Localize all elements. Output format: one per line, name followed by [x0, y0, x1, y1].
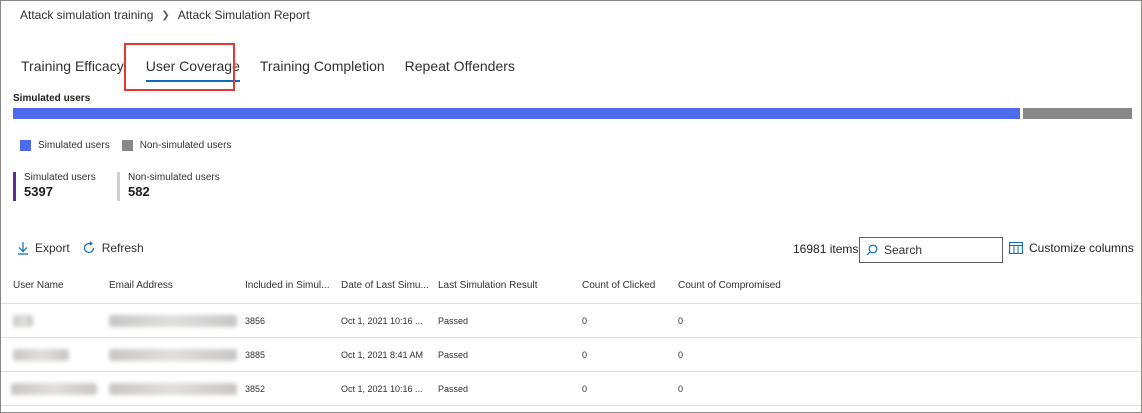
kpi-simulated-users: Simulated users 5397 [13, 172, 96, 201]
cell-date: Oct 1, 2021 10:16 ... [341, 384, 423, 394]
column-header-date[interactable]: Date of Last Simu... [341, 280, 429, 291]
tab-highlight-box [124, 43, 235, 91]
cell-included: 3856 [245, 316, 266, 326]
export-button[interactable]: Export [17, 241, 70, 255]
report-page: Attack simulation training ❯ Attack Simu… [0, 0, 1142, 413]
cell-compromised: 0 [678, 384, 684, 394]
breadcrumb-current: Attack Simulation Report [177, 8, 310, 22]
report-tabs: Training Efficacy User Coverage Training… [11, 51, 525, 82]
table-row[interactable]: 3856 Oct 1, 2021 10:16 ... Passed 0 0 [1, 304, 1141, 338]
bar-simulated-users [13, 108, 1020, 119]
items-count: 16981 items [793, 242, 859, 256]
refresh-label: Refresh [101, 241, 144, 255]
kpi-label: Non-simulated users [128, 172, 220, 183]
refresh-button[interactable]: Refresh [82, 241, 144, 255]
cell-result: Passed [438, 316, 469, 326]
redacted-user-name [11, 383, 97, 395]
cell-compromised: 0 [678, 316, 684, 326]
cell-result: Passed [438, 384, 469, 394]
breadcrumb-root[interactable]: Attack simulation training [20, 8, 153, 22]
redacted-email [109, 349, 237, 361]
legend-swatch-simulated [20, 140, 31, 151]
cell-clicked: 0 [582, 384, 588, 394]
redacted-email [109, 383, 237, 395]
search-box[interactable]: Search [859, 237, 1003, 263]
tab-repeat-offenders[interactable]: Repeat Offenders [395, 58, 525, 74]
bar-non-simulated-users [1023, 108, 1132, 119]
column-header-included[interactable]: Included in Simul... [245, 280, 330, 291]
kpi-non-simulated-users: Non-simulated users 582 [117, 172, 220, 201]
cell-result: Passed [438, 350, 469, 360]
download-icon [18, 242, 28, 255]
table-row[interactable]: 3885 Oct 1, 2021 8:41 AM Passed 0 0 [1, 338, 1141, 372]
redacted-user-name [13, 349, 69, 361]
columns-icon [1009, 242, 1023, 254]
chart-legend: Simulated users Non-simulated users [20, 140, 243, 151]
column-header-result[interactable]: Last Simulation Result [438, 280, 538, 291]
customize-columns-label: Customize columns [1029, 241, 1134, 255]
search-icon [866, 244, 878, 256]
column-header-email[interactable]: Email Address [109, 280, 173, 291]
cell-clicked: 0 [582, 350, 588, 360]
column-header-clicked[interactable]: Count of Clicked [582, 280, 655, 291]
legend-label-non-simulated: Non-simulated users [139, 140, 232, 151]
tab-training-efficacy[interactable]: Training Efficacy [11, 58, 134, 74]
refresh-icon [83, 241, 94, 254]
chart-title: Simulated users [13, 93, 91, 104]
cell-included: 3885 [245, 350, 266, 360]
breadcrumb: Attack simulation training ❯ Attack Simu… [20, 8, 310, 22]
customize-columns-button[interactable]: Customize columns [1009, 241, 1134, 255]
kpi-label: Simulated users [24, 172, 96, 183]
redacted-user-name [13, 315, 33, 327]
chevron-right-icon: ❯ [161, 9, 170, 21]
cell-clicked: 0 [582, 316, 588, 326]
cell-date: Oct 1, 2021 10:16 ... [341, 316, 423, 326]
export-label: Export [35, 241, 70, 255]
column-header-user-name[interactable]: User Name [13, 280, 64, 291]
cell-compromised: 0 [678, 350, 684, 360]
legend-label-simulated: Simulated users [38, 140, 110, 151]
tab-training-completion[interactable]: Training Completion [250, 58, 395, 74]
kpi-value: 582 [128, 184, 150, 199]
legend-swatch-non-simulated [121, 140, 133, 151]
legend-item-non-simulated[interactable]: Non-simulated users [121, 140, 232, 151]
table-row[interactable]: 3852 Oct 1, 2021 10:16 ... Passed 0 0 [1, 372, 1141, 406]
search-input[interactable]: Search [884, 243, 922, 257]
cell-date: Oct 1, 2021 8:41 AM [341, 350, 424, 360]
column-header-compromised[interactable]: Count of Compromised [678, 280, 781, 291]
legend-item-simulated[interactable]: Simulated users [20, 140, 110, 151]
table-toolbar: Export Refresh [17, 239, 156, 257]
redacted-email [109, 315, 237, 327]
cell-included: 3852 [245, 384, 266, 394]
kpi-value: 5397 [24, 184, 53, 199]
table-header: User Name Email Address Included in Simu… [1, 272, 1141, 304]
